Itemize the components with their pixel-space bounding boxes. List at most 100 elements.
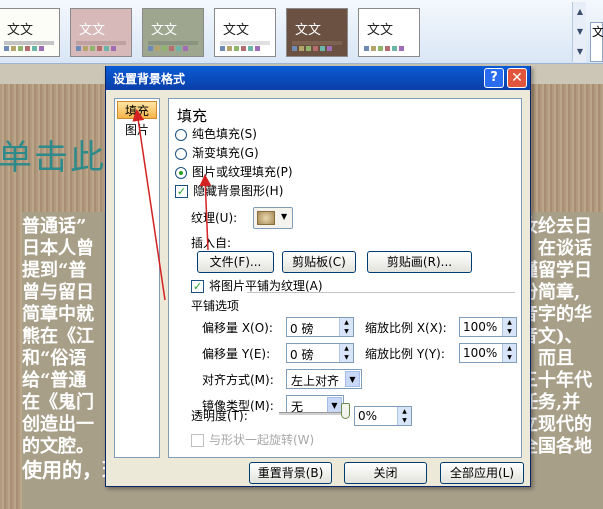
theme-thumbnail[interactable]: 文文: [0, 8, 60, 57]
theme-color-swatch: [25, 46, 30, 51]
check-icon[interactable]: ✓: [175, 185, 188, 198]
spinner-icon[interactable]: ▲ ▼: [502, 344, 516, 362]
theme-color-swatch: [90, 46, 95, 51]
theme-bar: [364, 41, 414, 45]
theme-color-swatch: [220, 46, 225, 51]
close-icon[interactable]: ✕: [507, 68, 527, 88]
transparency-slider-track[interactable]: [279, 412, 345, 415]
chevron-down-icon: ▼: [281, 212, 288, 221]
gallery-more-icon[interactable]: ▼: [573, 42, 587, 62]
clipart-button[interactable]: 剪贴画(R)...: [367, 251, 472, 273]
theme-color-swatch: [83, 46, 88, 51]
radio-gradient-icon[interactable]: [175, 147, 187, 160]
radio-picture-fill[interactable]: 图片或纹理填充(P): [175, 163, 293, 181]
texture-swatch-icon: [257, 211, 275, 225]
reset-background-button[interactable]: 重置背景(B): [249, 462, 332, 484]
theme-color-swatch: [32, 46, 37, 51]
ribbon-font-box[interactable]: 文: [590, 22, 603, 62]
texture-picker[interactable]: ▼: [253, 207, 293, 229]
spinner-icon[interactable]: ▲ ▼: [502, 318, 516, 336]
radio-gradient-fill[interactable]: 渐变填充(G): [175, 144, 259, 162]
close-button[interactable]: 关闭: [344, 462, 427, 484]
theme-color-swatch: [299, 46, 304, 51]
theme-color-swatch: [227, 46, 232, 51]
radio-solid-fill[interactable]: 纯色填充(S): [175, 125, 257, 143]
category-picture[interactable]: 图片: [117, 121, 157, 139]
theme-label: 文文: [367, 23, 394, 38]
theme-label: 文文: [295, 23, 322, 38]
theme-color-swatch: [76, 46, 81, 51]
spinner-icon[interactable]: ▲ ▼: [397, 407, 411, 425]
theme-label: 文文: [7, 23, 34, 38]
theme-thumbnail[interactable]: 文文: [286, 8, 348, 57]
theme-color-swatch: [385, 46, 390, 51]
theme-label: 文文: [151, 23, 178, 38]
gallery-scrollbar[interactable]: ▲ ▼ ▼: [572, 2, 586, 62]
theme-color-swatch: [364, 46, 369, 51]
theme-gallery-ribbon: 文文 文文 文文 文文 文文 文文 ▲ ▼ ▼ 文: [0, 0, 603, 64]
theme-color-swatch: [104, 46, 109, 51]
offset-y-label: 偏移量 Y(E):: [202, 347, 271, 361]
theme-color-swatch: [392, 46, 397, 51]
gallery-up-icon[interactable]: ▲: [573, 2, 587, 22]
transparency-slider-thumb[interactable]: [341, 403, 350, 419]
theme-bar: [220, 41, 270, 45]
theme-bar: [292, 41, 342, 45]
hide-background-checkbox[interactable]: ✓ 隐藏背景图形(H): [175, 182, 283, 200]
theme-color-swatch: [4, 46, 9, 51]
theme-color-swatch: [11, 46, 16, 51]
align-select[interactable]: 左上对齐 ▼: [286, 369, 362, 389]
scale-x-input[interactable]: 100% ▲ ▼: [459, 317, 517, 337]
radio-solid-icon[interactable]: [175, 128, 187, 141]
theme-thumbnail[interactable]: 文文: [358, 8, 420, 57]
help-icon[interactable]: ?: [484, 68, 504, 88]
theme-thumbnail[interactable]: 文文: [70, 8, 132, 57]
theme-color-swatch: [327, 46, 332, 51]
theme-thumbnail[interactable]: 文文: [142, 8, 204, 57]
theme-label: 文文: [223, 23, 250, 38]
fill-panel: 填充 纯色填充(S) 渐变填充(G) 图片或纹理填充(P) ✓ 隐藏背景图形(H)…: [168, 98, 522, 458]
tile-options-label: 平铺选项: [191, 299, 240, 313]
radio-picture-icon[interactable]: [175, 166, 187, 179]
category-list: 填充 图片: [114, 98, 160, 458]
theme-color-swatch: [255, 46, 260, 51]
dialog-titlebar[interactable]: 设置背景格式 ? ✕: [106, 66, 530, 90]
scale-y-label: 缩放比例 Y(Y):: [365, 347, 445, 361]
theme-bar: [4, 41, 54, 45]
transparency-label: 透明度(T):: [191, 409, 248, 423]
scale-x-label: 缩放比例 X(X):: [365, 321, 447, 335]
theme-color-swatch: [313, 46, 318, 51]
category-fill[interactable]: 填充: [117, 101, 157, 119]
slide-title-placeholder[interactable]: 单击此: [0, 130, 106, 179]
offset-y-input[interactable]: 0 磅 ▲ ▼: [286, 343, 354, 363]
texture-label: 纹理(U):: [191, 211, 238, 225]
clipboard-button[interactable]: 剪贴板(C): [282, 251, 356, 273]
checkbox-empty-icon[interactable]: [191, 434, 204, 447]
align-label: 对齐方式(M):: [202, 373, 274, 387]
chevron-down-icon[interactable]: ▼: [345, 371, 360, 387]
insert-from-label: 插入自:: [191, 236, 232, 250]
chevron-down-icon[interactable]: ▼: [327, 397, 342, 413]
spinner-icon[interactable]: ▲ ▼: [339, 318, 353, 336]
file-button[interactable]: 文件(F)...: [197, 251, 274, 273]
theme-color-swatch: [306, 46, 311, 51]
format-background-dialog: 设置背景格式 ? ✕ 填充 图片 填充 纯色填充(S) 渐变填充(G) 图片或纹…: [105, 66, 531, 487]
theme-color-swatch: [234, 46, 239, 51]
theme-color-swatch: [169, 46, 174, 51]
rotate-with-shape-checkbox[interactable]: 与形状一起旋转(W): [191, 431, 314, 449]
theme-label: 文文: [79, 23, 106, 38]
spinner-icon[interactable]: ▲ ▼: [339, 344, 353, 362]
theme-color-swatch: [148, 46, 153, 51]
theme-color-swatch: [399, 46, 404, 51]
theme-color-swatch: [248, 46, 253, 51]
gallery-down-icon[interactable]: ▼: [573, 22, 587, 42]
check-icon[interactable]: ✓: [191, 280, 204, 293]
scale-y-input[interactable]: 100% ▲ ▼: [459, 343, 517, 363]
theme-bar: [148, 41, 198, 45]
offset-x-input[interactable]: 0 磅 ▲ ▼: [286, 317, 354, 337]
theme-color-swatch: [320, 46, 325, 51]
apply-all-button[interactable]: 全部应用(L): [440, 462, 524, 484]
theme-color-swatch: [378, 46, 383, 51]
theme-thumbnail[interactable]: 文文: [214, 8, 276, 57]
transparency-input[interactable]: 0% ▲ ▼: [354, 406, 412, 426]
